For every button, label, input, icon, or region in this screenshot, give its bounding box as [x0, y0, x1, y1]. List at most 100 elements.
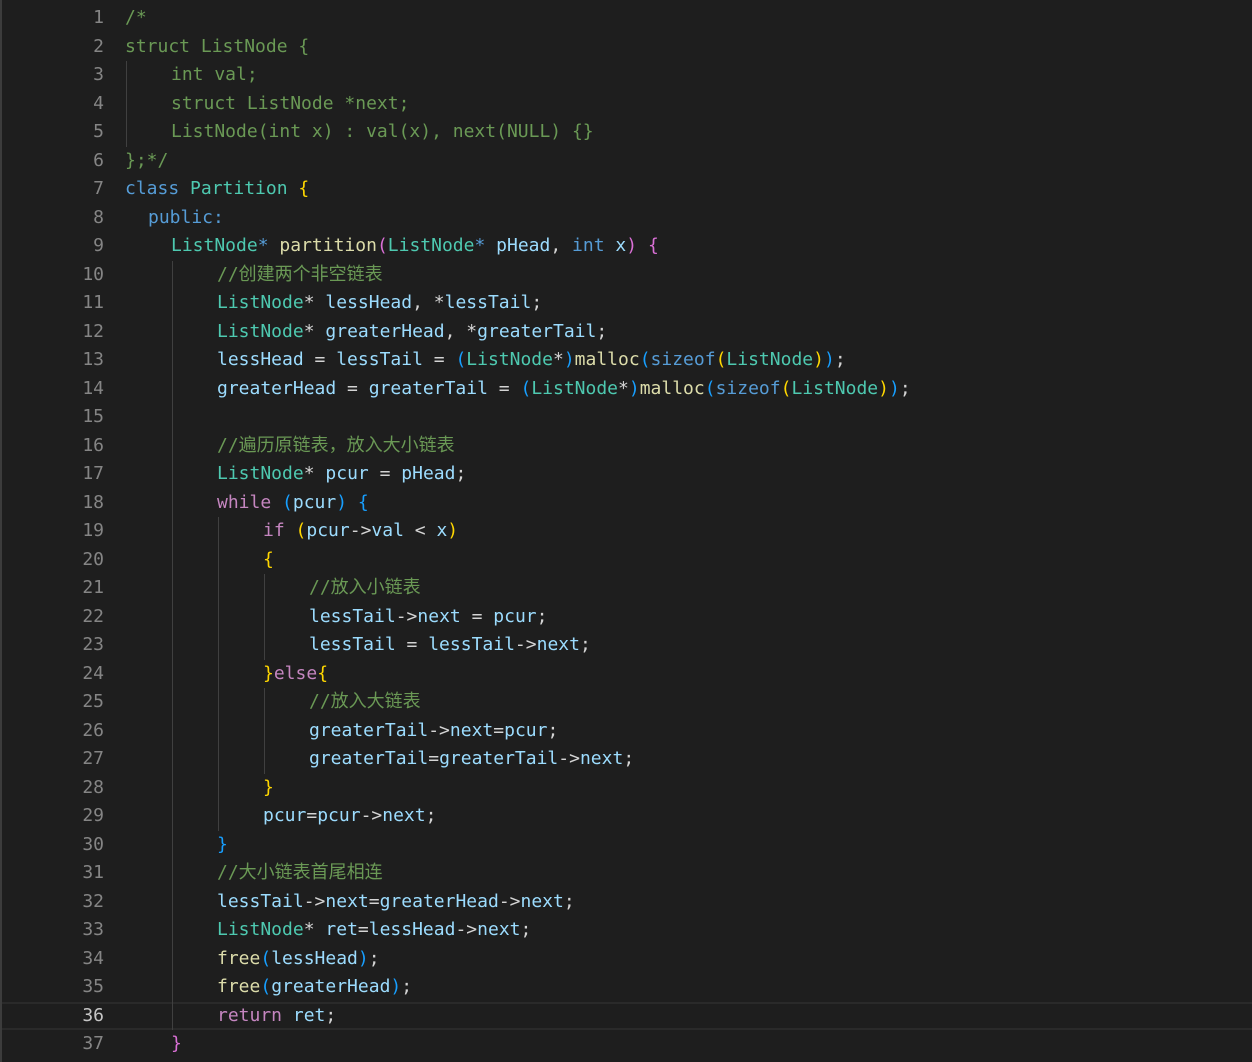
code-token: pcur [263, 805, 307, 826]
code-line[interactable]: 33 ListNode* ret=lessHead->next; [2, 916, 1252, 945]
code-token: next [382, 805, 426, 826]
code-line[interactable]: 18 while (pcur) { [2, 489, 1252, 518]
code-text: /* [125, 4, 147, 33]
code-line[interactable]: 14 greaterHead = greaterTail = (ListNode*… [2, 375, 1252, 404]
code-line[interactable]: 22 lessTail->next = pcur; [2, 603, 1252, 632]
code-token: , [550, 235, 573, 256]
code-token: pcur [504, 719, 548, 741]
code-line[interactable]: 23 lessTail = lessTail->next; [2, 631, 1252, 660]
code-line[interactable]: 37} [2, 1030, 1252, 1059]
code-token: ListNode [171, 235, 258, 256]
code-text: ListNode(int x) : val(x), next(NULL) {} [171, 118, 594, 147]
code-token: //创建两个非空链表 [217, 263, 383, 285]
code-line[interactable]: 6};*/ [2, 147, 1252, 176]
code-text: lessHead = lessTail = (ListNode*)malloc(… [217, 346, 846, 375]
indent-guide [264, 574, 265, 660]
code-token: int [572, 235, 605, 256]
line-number: 10 [82, 263, 104, 285]
code-line[interactable]: 8 public: [2, 204, 1252, 233]
code-editor[interactable]: 1 /* 2 struct ListNode {3 int val; 4 struct Li… [0, 0, 1252, 1062]
code-text: pcur=pcur->next; [263, 802, 436, 831]
code-token: ) [823, 349, 835, 370]
code-text: struct ListNode { [125, 33, 309, 62]
code-token: sizeof [715, 377, 781, 399]
code-token: next [536, 634, 580, 655]
code-token: * [303, 919, 315, 940]
code-token: = [368, 463, 402, 484]
code-token: pHead [496, 235, 551, 256]
code-line[interactable]: 36 return ret; [2, 1001, 1252, 1030]
code-token: = [395, 634, 429, 655]
code-token: greaterHead [271, 976, 391, 997]
code-text: struct ListNode *next; [171, 90, 409, 119]
code-text: int val; [171, 61, 258, 90]
code-line[interactable]: 21 //放入小链表 [2, 574, 1252, 603]
line-number: 5 [93, 121, 104, 142]
code-line[interactable]: 15 [2, 403, 1252, 432]
code-token: ListNode [217, 463, 304, 484]
code-line[interactable]: 19 if (pcur->val < x) [2, 517, 1252, 546]
code-line[interactable]: 27 greaterTail=greaterTail->next; [2, 745, 1252, 774]
indent-guide [218, 517, 219, 831]
code-token: = [306, 805, 318, 826]
code-line[interactable]: 1 /* [2, 4, 1252, 33]
code-line[interactable]: 3 int val; [2, 61, 1252, 90]
code-token: ( [715, 349, 727, 370]
code-text: { [263, 546, 274, 575]
code-line[interactable]: 20 { [2, 546, 1252, 575]
code-token: free [217, 976, 261, 997]
code-token: //放入小链表 [309, 577, 421, 598]
code-line[interactable]: 12 ListNode* greaterHead, *greaterTail; [2, 318, 1252, 347]
code-token: greaterTail [477, 320, 597, 342]
code-token: ListNode [217, 292, 304, 313]
code-line[interactable]: 26 greaterTail->next=pcur; [2, 717, 1252, 746]
code-token: next [579, 748, 624, 769]
code-line[interactable]: 32 lessTail->next=greaterHead->next; [2, 888, 1252, 917]
code-token: pcur [306, 520, 350, 541]
code-text: ListNode* partition(ListNode* pHead, int… [171, 232, 659, 261]
code-line[interactable]: 2 struct ListNode { [2, 33, 1252, 62]
code-text: lessTail->next = pcur; [309, 603, 547, 632]
indent-guide [172, 260, 173, 1030]
code-line[interactable]: 25 //放入大链表 [2, 688, 1252, 717]
code-token: ) [626, 235, 638, 256]
code-text: ListNode* lessHead, *lessTail; [217, 289, 542, 318]
code-line[interactable]: 24}else{ [2, 660, 1252, 689]
line-number: 16 [82, 434, 104, 456]
code-line[interactable]: 34 free(lessHead); [2, 945, 1252, 974]
code-token: ; [596, 320, 608, 342]
code-token: greaterTail [309, 748, 429, 769]
code-line[interactable]: 11 ListNode* lessHead, *lessTail; [2, 289, 1252, 318]
code-token: next [477, 919, 521, 940]
code-line[interactable]: 35 free(greaterHead); [2, 973, 1252, 1002]
code-line[interactable]: 10 //创建两个非空链表 [2, 261, 1252, 290]
code-token: ; [425, 805, 437, 826]
code-token: ( [376, 235, 388, 256]
line-number: 37 [82, 1033, 104, 1054]
code-token: lessTail [217, 890, 304, 912]
code-token: return [217, 1004, 283, 1026]
line-number: 25 [82, 691, 104, 712]
code-line[interactable]: 28} [2, 774, 1252, 803]
code-line[interactable]: 17 ListNode* pcur = pHead; [2, 460, 1252, 489]
code-text: while (pcur) { [217, 489, 369, 518]
code-token: lessTail [428, 634, 515, 655]
code-line[interactable]: 31 //大小链表首尾相连 [2, 859, 1252, 888]
code-line[interactable]: 13 lessHead = lessTail = (ListNode*)mallo… [2, 346, 1252, 375]
code-line[interactable]: 30} [2, 831, 1252, 860]
code-line[interactable]: 7 class Partition { [2, 175, 1252, 204]
code-line[interactable]: 16 //遍历原链表，放入大小链表 [2, 432, 1252, 461]
code-token: lessHead [368, 919, 456, 940]
code-line[interactable]: 5 ListNode(int x) : val(x), next(NULL) {} [2, 118, 1252, 147]
code-token: pcur [325, 463, 369, 484]
code-token: greaterTail [439, 748, 559, 769]
code-token: malloc [639, 377, 705, 399]
code-token: lessTail [444, 292, 532, 313]
code-line[interactable]: 29 pcur=pcur->next; [2, 802, 1252, 831]
code-token: = [493, 719, 505, 741]
code-token: public [148, 206, 214, 228]
code-line[interactable]: 9 ListNode* partition(ListNode* pHead, in… [2, 232, 1252, 261]
code-line[interactable]: 4 struct ListNode *next; [2, 90, 1252, 119]
